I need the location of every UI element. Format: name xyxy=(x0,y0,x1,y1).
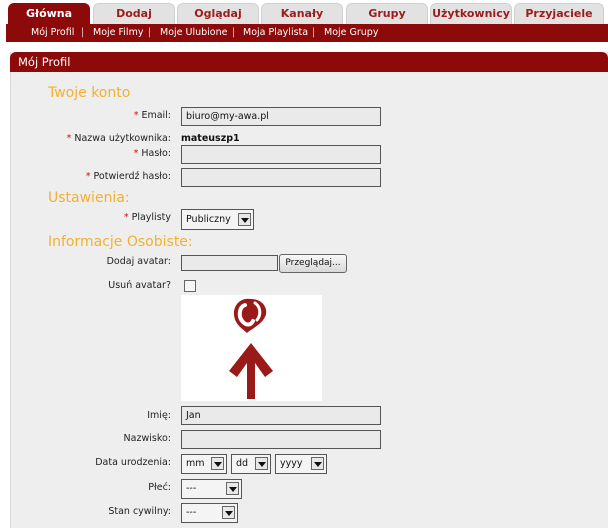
required-mark: * xyxy=(123,212,129,223)
remove-avatar-checkbox[interactable] xyxy=(184,280,196,292)
required-mark: * xyxy=(133,110,139,121)
chevron-down-icon xyxy=(222,506,235,519)
section-account-heading: Twoje konto xyxy=(48,85,131,101)
first-name-label: Imię: xyxy=(147,410,171,421)
tab-grupy[interactable]: Grupy xyxy=(346,3,428,24)
username-label: * Nazwa użytkownika: xyxy=(66,133,171,144)
remove-avatar-label: Usuń avatar? xyxy=(108,280,171,291)
marital-status-select[interactable]: --- xyxy=(181,503,238,523)
birth-year-select[interactable]: yyyy xyxy=(275,454,327,474)
birth-month-value: mm xyxy=(186,458,205,469)
confirm-password-label: * Potwierdź hasło: xyxy=(85,171,171,182)
email-label: * Email: xyxy=(133,110,171,121)
chevron-down-icon xyxy=(211,457,224,470)
birth-year-value: yyyy xyxy=(280,458,303,469)
playlists-label: * Playlisty xyxy=(123,212,171,223)
gender-select[interactable]: --- xyxy=(181,479,242,499)
sub-navigation: Mój Profil | Moje Filmy | Moje Ulubione … xyxy=(6,24,608,42)
password-label: * Hasło: xyxy=(133,148,171,159)
playlists-select[interactable]: Publiczny xyxy=(181,209,254,230)
subnav-moj-profil[interactable]: Mój Profil xyxy=(31,24,74,42)
marital-status-value: --- xyxy=(186,507,197,518)
tab-kanaly[interactable]: Kanały xyxy=(261,3,343,24)
password-field[interactable] xyxy=(181,145,381,164)
birth-date-label: Data urodzenia: xyxy=(95,457,171,468)
tab-przyjaciele[interactable]: Przyjaciele xyxy=(514,3,604,24)
tab-dodaj[interactable]: Dodaj xyxy=(93,3,175,24)
subnav-separator: | xyxy=(81,27,85,38)
subnav-moja-playlista[interactable]: Moja Playlista xyxy=(243,24,308,42)
chevron-down-icon xyxy=(311,457,324,470)
avatar-file-field[interactable] xyxy=(181,255,278,271)
last-name-label: Nazwisko: xyxy=(123,433,171,444)
subnav-separator: | xyxy=(312,27,316,38)
username-value: mateuszp1 xyxy=(181,133,240,144)
tab-uzytkownicy[interactable]: Użytkownicy xyxy=(430,3,512,24)
birth-day-value: dd xyxy=(236,458,249,469)
chevron-down-icon xyxy=(255,457,268,470)
avatar-image xyxy=(181,295,322,401)
subnav-moje-grupy[interactable]: Moje Grupy xyxy=(324,24,378,42)
last-name-field[interactable] xyxy=(181,430,381,449)
birth-month-select[interactable]: mm xyxy=(181,454,227,474)
section-personal-heading: Informacje Osobiste: xyxy=(48,234,193,250)
birth-day-select[interactable]: dd xyxy=(231,454,271,474)
required-mark: * xyxy=(85,171,91,182)
confirm-password-field[interactable] xyxy=(181,168,381,187)
email-field[interactable]: biuro@my-awa.pl xyxy=(181,107,381,126)
subnav-separator: | xyxy=(232,27,236,38)
browse-button[interactable]: Przeglądaj... xyxy=(279,254,347,273)
playlists-value: Publiczny xyxy=(186,214,231,225)
subnav-separator: | xyxy=(148,27,152,38)
required-mark: * xyxy=(133,148,139,159)
tab-glowna[interactable]: Główna xyxy=(8,3,90,24)
first-name-field[interactable]: Jan xyxy=(181,406,381,425)
subnav-moje-filmy[interactable]: Moje Filmy xyxy=(93,24,143,42)
add-avatar-label: Dodaj avatar: xyxy=(106,256,171,267)
panel-header: Mój Profil xyxy=(10,52,608,72)
gender-label: Płeć: xyxy=(148,482,171,493)
gender-value: --- xyxy=(186,483,197,494)
section-settings-heading: Ustawienia: xyxy=(48,190,130,206)
chevron-down-icon xyxy=(238,213,251,226)
marital-status-label: Stan cywilny: xyxy=(108,506,171,517)
subnav-moje-ulubione[interactable]: Moje Ulubione xyxy=(160,24,227,42)
tab-ogladaj[interactable]: Oglądaj xyxy=(177,3,259,24)
main-tab-bar: Główna Dodaj Oglądaj Kanały Grupy Użytko… xyxy=(0,0,608,24)
avatar-up-arrow-icon xyxy=(229,298,273,399)
chevron-down-icon xyxy=(226,482,239,495)
panel-title: Mój Profil xyxy=(18,55,71,69)
required-mark: * xyxy=(66,133,72,144)
